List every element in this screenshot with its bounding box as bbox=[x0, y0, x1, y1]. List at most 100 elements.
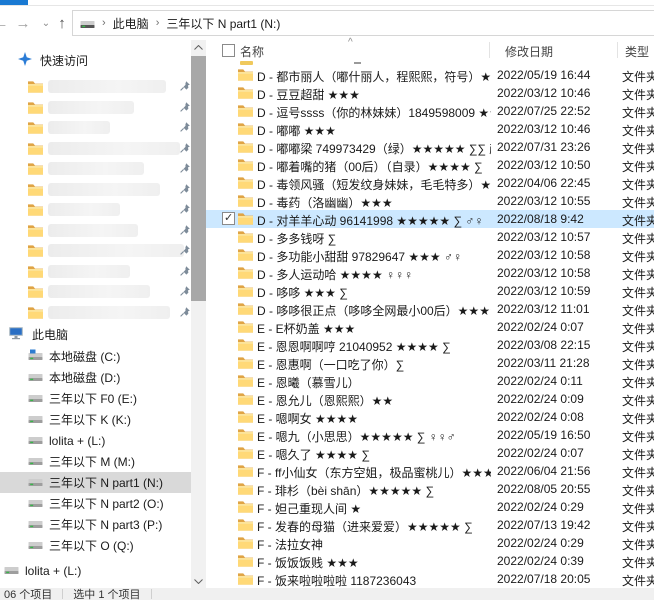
folder-icon bbox=[28, 306, 43, 322]
sidebar-pinned-item[interactable] bbox=[0, 302, 191, 323]
sidebar-pinned-item[interactable] bbox=[0, 179, 191, 200]
sidebar-pinned-item[interactable] bbox=[0, 138, 191, 159]
row-checkbox[interactable]: ✓ bbox=[222, 212, 235, 225]
file-row[interactable]: D - 嘟着嘴的猪（00后）（自录）★★★★ ∑ 2022/03/12 10:5… bbox=[206, 156, 654, 174]
up-button[interactable]: ↑ bbox=[52, 12, 72, 34]
scrollbar-thumb[interactable] bbox=[191, 56, 206, 301]
sidebar-drive-item[interactable]: 三年以下 N part2 (O:) bbox=[0, 493, 191, 514]
file-date-modified: 2022/08/05 20:55 bbox=[497, 482, 617, 496]
file-row[interactable]: E - 嗯九（小思思）★★★★★ ∑ ♀♀♂ 2022/05/19 16:50 … bbox=[206, 426, 654, 444]
drive-icon bbox=[28, 538, 43, 553]
file-type: 文件夹 bbox=[622, 356, 654, 373]
sidebar-pinned-item[interactable] bbox=[0, 261, 191, 282]
file-row[interactable]: D - 嘟嘟 ★★★ 2022/03/12 10:46 文件夹 bbox=[206, 120, 654, 138]
file-row[interactable]: D - 多人运动哈 ★★★★ ♀♀♀ 2022/03/12 10:58 文件夹 bbox=[206, 264, 654, 282]
sidebar-drive-item[interactable]: 三年以下 M (M:) bbox=[0, 451, 191, 472]
file-type: 文件夹 bbox=[622, 446, 654, 463]
file-row[interactable]: D - 哆哆 ★★★ ∑ 2022/03/12 10:59 文件夹 bbox=[206, 282, 654, 300]
file-row[interactable]: D - 嘟嘟梁 749973429（绿）★★★★★ ∑∑ 颜，大 2022/07… bbox=[206, 138, 654, 156]
column-header-type[interactable]: 类型 bbox=[625, 43, 649, 60]
file-name: D - 逗号ssss（你的林妹妹）1849598009 ★★★★... bbox=[257, 104, 491, 121]
sidebar-pinned-item[interactable] bbox=[0, 158, 191, 179]
file-date-modified: 2022/03/11 21:28 bbox=[497, 356, 617, 370]
blurred-label bbox=[48, 203, 120, 216]
file-row[interactable]: D - 哆哆很正点（哆哆全网最小00后）★★★★ ∑ ♂♀ 2022/03/12… bbox=[206, 300, 654, 318]
sidebar-drive-item[interactable]: 本地磁盘 (C:) bbox=[0, 346, 191, 367]
folder-icon bbox=[238, 464, 253, 480]
file-type: 文件夹 bbox=[622, 284, 654, 301]
back-button[interactable]: ← bbox=[0, 12, 11, 34]
scroll-down-arrow[interactable] bbox=[191, 574, 206, 588]
file-row[interactable]: F - 发春的母猫（进来爱爱）★★★★★ ∑ 2022/07/13 19:42 … bbox=[206, 516, 654, 534]
file-row[interactable]: F - 琲杉（bèi shān）★★★★★ ∑ 2022/08/05 20:55… bbox=[206, 480, 654, 498]
pin-icon bbox=[179, 285, 191, 300]
folder-icon bbox=[238, 356, 253, 372]
sidebar-drive-item[interactable]: lolita + (L:) bbox=[0, 430, 191, 451]
file-row[interactable]: E - 嗯啊女 ★★★★ 2022/02/24 0:08 文件夹 bbox=[206, 408, 654, 426]
file-row[interactable]: E - 恩曦（慕雪儿） 2022/02/24 0:11 文件夹 bbox=[206, 372, 654, 390]
file-row[interactable]: D - 对羊羊心动 96141998 ★★★★★ ∑ ♂♀ 2022/08/18… bbox=[206, 210, 654, 228]
file-date-modified: 2022/03/08 22:15 bbox=[497, 338, 617, 352]
file-row[interactable]: E - 嗯久了 ★★★★ ∑ 2022/02/24 0:07 文件夹 bbox=[206, 444, 654, 462]
sidebar-pinned-item[interactable] bbox=[0, 97, 191, 118]
file-row[interactable]: E - 恩允儿（恩熙熙）★★ 2022/02/24 0:09 文件夹 bbox=[206, 390, 654, 408]
column-header-name[interactable]: 名称 bbox=[240, 43, 264, 60]
address-bar[interactable]: › 此电脑 › 三年以下 N part1 (N:) bbox=[72, 10, 654, 36]
sidebar-drive-item[interactable]: 三年以下 F0 (E:) bbox=[0, 388, 191, 409]
pin-icon bbox=[179, 142, 191, 157]
this-pc-label: 此电脑 bbox=[32, 326, 68, 343]
sidebar-drive-item[interactable]: 三年以下 N part3 (P:) bbox=[0, 514, 191, 535]
file-row[interactable]: D - 多功能小甜甜 97829647 ★★★ ♂♀ 2022/03/12 10… bbox=[206, 246, 654, 264]
sidebar-quick-access[interactable]: 快速访问 bbox=[0, 50, 191, 71]
file-row[interactable]: F - 饭来啦啦啦啦 1187236043 2022/07/18 20:05 文… bbox=[206, 570, 654, 588]
file-row[interactable]: D - 都市丽人（嘟什丽人，程熙熙，符号）★★★★... 2022/05/19 … bbox=[206, 66, 654, 84]
scroll-up-arrow[interactable] bbox=[191, 40, 206, 54]
sidebar-pinned-item[interactable] bbox=[0, 240, 191, 261]
blurred-label bbox=[48, 224, 138, 237]
column-header-date-modified[interactable]: 修改日期 bbox=[505, 43, 553, 60]
file-row[interactable]: D - 多多钱呀 ∑ 2022/03/12 10:57 文件夹 bbox=[206, 228, 654, 246]
select-all-checkbox[interactable] bbox=[222, 44, 235, 57]
file-type: 文件夹 bbox=[622, 194, 654, 211]
file-row[interactable]: F - 妲己重现人间 ★ 2022/02/24 0:29 文件夹 bbox=[206, 498, 654, 516]
sidebar-pinned-item[interactable] bbox=[0, 199, 191, 220]
sidebar-this-pc[interactable]: 此电脑 bbox=[0, 324, 191, 345]
sidebar-pinned-item[interactable] bbox=[0, 76, 191, 97]
sidebar-pinned-item[interactable] bbox=[0, 281, 191, 302]
file-name: E - 恩恩啊啊哼 21040952 ★★★★ ∑ bbox=[257, 338, 491, 355]
file-type: 文件夹 bbox=[622, 518, 654, 535]
sidebar-drive-item[interactable]: 本地磁盘 (D:) bbox=[0, 367, 191, 388]
column-divider[interactable] bbox=[489, 42, 490, 58]
file-row[interactable]: D - 毒药（洛幽幽）★★★ 2022/03/12 10:55 文件夹 bbox=[206, 192, 654, 210]
file-row[interactable]: F - ff小仙女（东方空姐，极品蜜桃儿）★★★★★★ ∑ 2022/06/04… bbox=[206, 462, 654, 480]
sidebar-drive-item[interactable]: 三年以下 O (Q:) bbox=[0, 535, 191, 556]
file-date-modified: 2022/07/18 20:05 bbox=[497, 572, 617, 586]
folder-icon bbox=[28, 183, 43, 199]
file-row[interactable]: D - 毒领风骚（短发纹身妹妹，毛毛特多）★★★★... 2022/04/06 … bbox=[206, 174, 654, 192]
folder-icon bbox=[238, 518, 253, 534]
sidebar-drive-item[interactable]: 三年以下 K (K:) bbox=[0, 409, 191, 430]
drive-icon bbox=[28, 433, 43, 448]
drive-label: 三年以下 M (M:) bbox=[49, 453, 135, 470]
file-row[interactable]: E - 恩惠啊（一口吃了你）∑ 2022/03/11 21:28 文件夹 bbox=[206, 354, 654, 372]
file-row[interactable]: F - 饭饭饭贱 ★★★ 2022/02/24 0:39 文件夹 bbox=[206, 552, 654, 570]
file-row[interactable]: F - 法拉女神 2022/02/24 0:29 文件夹 bbox=[206, 534, 654, 552]
blurred-label bbox=[48, 80, 166, 93]
forward-button[interactable]: → bbox=[13, 12, 33, 34]
breadcrumb-this-pc[interactable]: 此电脑 bbox=[113, 15, 149, 32]
file-row[interactable]: E - 恩恩啊啊哼 21040952 ★★★★ ∑ 2022/03/08 22:… bbox=[206, 336, 654, 354]
file-type: 文件夹 bbox=[622, 554, 654, 571]
drive-label: 三年以下 N part2 (O:) bbox=[49, 495, 164, 512]
breadcrumb-current-drive[interactable]: 三年以下 N part1 (N:) bbox=[166, 15, 280, 32]
folder-icon bbox=[238, 572, 253, 588]
file-row[interactable]: E - E杯奶盖 ★★★ 2022/02/24 0:07 文件夹 bbox=[206, 318, 654, 336]
sidebar-drive-item[interactable]: 三年以下 N part1 (N:) bbox=[0, 472, 191, 493]
sidebar-item-lolita-drive[interactable]: lolita + (L:) bbox=[0, 560, 191, 581]
sidebar-pinned-item[interactable] bbox=[0, 220, 191, 241]
sidebar-scrollbar[interactable] bbox=[191, 40, 206, 588]
file-name: D - 毒领风骚（短发纹身妹妹，毛毛特多）★★★★... bbox=[257, 176, 491, 193]
file-row[interactable]: D - 豆豆超甜 ★★★ 2022/03/12 10:46 文件夹 bbox=[206, 84, 654, 102]
column-divider[interactable] bbox=[617, 42, 618, 58]
file-row[interactable]: D - 逗号ssss（你的林妹妹）1849598009 ★★★★... 2022… bbox=[206, 102, 654, 120]
sidebar-pinned-item[interactable] bbox=[0, 117, 191, 138]
